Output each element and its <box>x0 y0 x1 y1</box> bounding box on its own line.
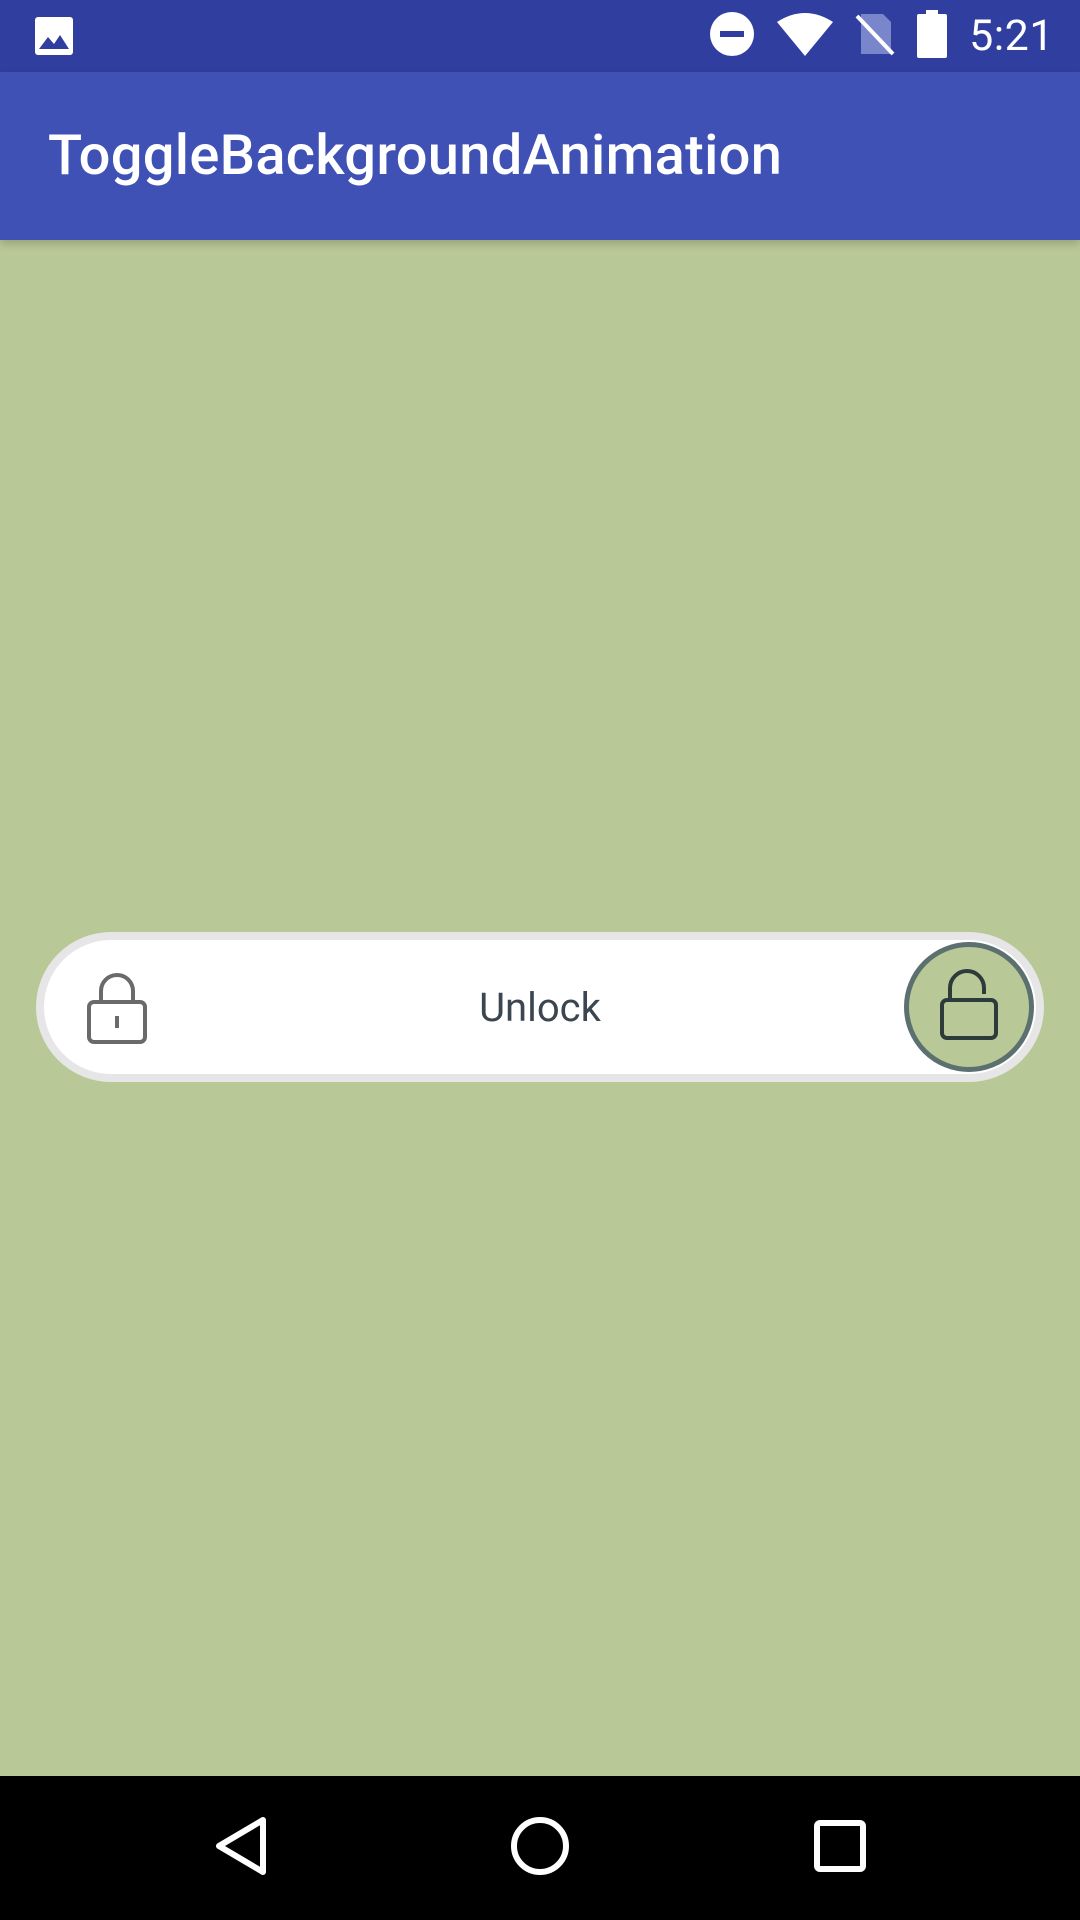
no-sim-icon <box>855 12 895 60</box>
app-title: ToggleBackgroundAnimation <box>48 122 783 188</box>
recents-button[interactable] <box>805 1813 875 1883</box>
do-not-disturb-icon <box>709 11 755 61</box>
toggle-label: Unlock <box>479 983 601 1031</box>
image-icon <box>34 17 74 60</box>
navigation-bar <box>0 1776 1080 1920</box>
status-bar: 5:21 <box>0 0 1080 72</box>
home-button[interactable] <box>505 1813 575 1883</box>
unlock-icon <box>938 968 1000 1046</box>
back-button[interactable] <box>206 1813 276 1883</box>
app-toolbar: ToggleBackgroundAnimation <box>0 72 1080 240</box>
system-icons: 5:21 <box>709 0 1054 72</box>
toggle-knob[interactable] <box>904 942 1034 1072</box>
notification-area <box>34 16 74 60</box>
wifi-icon <box>777 12 834 60</box>
status-clock: 5:21 <box>969 11 1054 61</box>
home-icon <box>509 1815 571 1881</box>
battery-icon <box>917 10 948 62</box>
recents-icon <box>812 1818 868 1878</box>
back-icon <box>211 1814 271 1882</box>
unlock-toggle[interactable]: Unlock <box>36 932 1044 1082</box>
